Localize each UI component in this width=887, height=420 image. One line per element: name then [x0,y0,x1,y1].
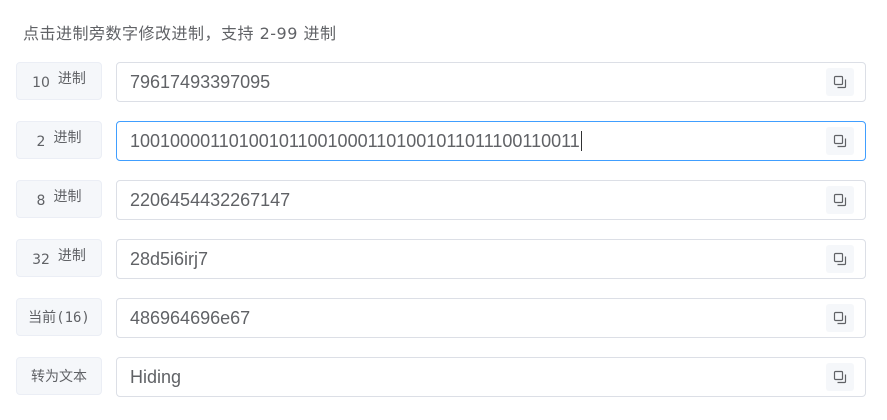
row-base-8: 8 进制 2206454432267147 [16,180,866,220]
current-base-label: 当前(16) [16,298,102,336]
current-base-text: 当前(16) [28,310,90,326]
text-caret [580,131,582,152]
value-field-base-8[interactable]: 2206454432267147 [116,180,866,220]
value-text[interactable]: Hiding [130,358,181,396]
value-text[interactable]: 1001000011010010110010001101001011011100… [130,131,580,151]
copy-button[interactable] [826,245,854,273]
to-text-label: 转为文本 [16,357,102,395]
copy-icon [833,75,847,89]
value-text[interactable]: 28d5i6irj7 [130,240,208,278]
base-selector-8[interactable]: 8 进制 [16,180,102,218]
base-suffix: 进制 [57,248,86,264]
copy-icon [833,193,847,207]
value-text[interactable]: 486964696e67 [130,299,250,337]
value-text-wrap[interactable]: 1001000011010010110010001101001011011100… [130,122,582,160]
value-text[interactable]: 2206454432267147 [130,181,290,219]
base-suffix: 进制 [53,130,82,146]
row-to-text: 转为文本 Hiding [16,357,866,397]
value-field-text[interactable]: Hiding [116,357,866,397]
instruction-text: 点击进制旁数字修改进制，支持 2-99 进制 [23,24,337,43]
copy-icon [833,134,847,148]
copy-button[interactable] [826,304,854,332]
copy-icon [833,370,847,384]
row-base-32: 32 进制 28d5i6irj7 [16,239,866,279]
base-number[interactable]: 2 [37,134,46,150]
value-field-base-32[interactable]: 28d5i6irj7 [116,239,866,279]
base-selector-10[interactable]: 10 进制 [16,62,102,100]
base-suffix: 进制 [57,71,86,87]
base-suffix: 进制 [53,189,82,205]
copy-button[interactable] [826,363,854,391]
copy-button[interactable] [826,186,854,214]
copy-icon [833,252,847,266]
base-number[interactable]: 10 [32,75,50,91]
copy-button[interactable] [826,68,854,96]
value-field-current[interactable]: 486964696e67 [116,298,866,338]
base-selector-32[interactable]: 32 进制 [16,239,102,277]
copy-button[interactable] [826,127,854,155]
value-field-base-10[interactable]: 79617493397095 [116,62,866,102]
value-text[interactable]: 79617493397095 [130,63,270,101]
copy-icon [833,311,847,325]
to-text-label-text: 转为文本 [31,369,87,385]
base-converter: 10 进制 79617493397095 2 进制 10010000110100… [16,62,866,416]
base-selector-2[interactable]: 2 进制 [16,121,102,159]
value-field-base-2[interactable]: 1001000011010010110010001101001011011100… [116,121,866,161]
base-number[interactable]: 8 [37,193,46,209]
base-number[interactable]: 32 [32,252,50,268]
row-current-16: 当前(16) 486964696e67 [16,298,866,338]
row-base-2: 2 进制 10010000110100101100100011010010110… [16,121,866,161]
row-base-10: 10 进制 79617493397095 [16,62,866,102]
